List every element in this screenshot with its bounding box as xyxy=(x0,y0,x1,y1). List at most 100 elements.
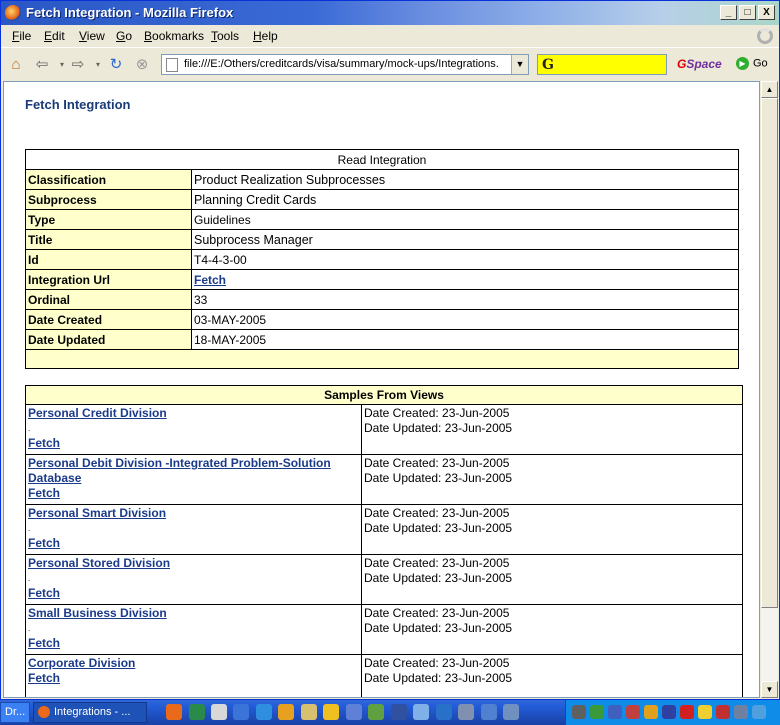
firefox-alt-icon[interactable] xyxy=(278,704,294,720)
messenger-icon[interactable] xyxy=(233,704,249,720)
tray-alert-icon[interactable] xyxy=(716,705,730,719)
opera-icon[interactable] xyxy=(211,704,227,720)
title-bar[interactable]: Fetch Integration - Mozilla Firefox _ □ … xyxy=(1,1,779,25)
menu-tools[interactable]: Tools xyxy=(211,29,239,43)
sample-view-link[interactable]: Personal Debit Division -Integrated Prob… xyxy=(28,456,331,485)
tray-shield-icon[interactable] xyxy=(662,705,676,719)
sample-view-link[interactable]: Small Business Division xyxy=(28,606,167,620)
phone-icon[interactable] xyxy=(458,704,474,720)
sample-row: Corporate Division Fetch Date Created: 23-… xyxy=(25,654,743,697)
menu-file[interactable]: File xyxy=(12,29,31,43)
info-value-cell: Product Realization Subprocesses xyxy=(191,169,739,190)
tool-icon[interactable] xyxy=(391,704,407,720)
reload-icon[interactable]: ↻ xyxy=(107,56,125,74)
sample-date-created: Date Created: 23-Jun-2005 xyxy=(364,456,510,470)
info-row: Classification Product Realization Subpro… xyxy=(25,169,739,190)
info-label: Date Updated xyxy=(25,329,192,350)
menu-bookmarks[interactable]: Bookmarks xyxy=(144,29,204,43)
sample-fetch-link[interactable]: Fetch xyxy=(28,436,60,450)
url-text[interactable]: file:///E:/Others/creditcards/visa/summa… xyxy=(184,58,504,70)
vertical-scrollbar[interactable]: ▲ ▼ xyxy=(761,81,778,698)
menu-help[interactable]: Help xyxy=(253,29,278,43)
sample-fetch-link[interactable]: Fetch xyxy=(28,636,60,650)
sample-fetch-link[interactable]: Fetch xyxy=(28,536,60,550)
info-label: Title xyxy=(25,229,192,250)
forward-icon[interactable]: ⇨ xyxy=(69,56,87,74)
info-value-cell: Fetch xyxy=(191,269,739,290)
sample-date-created: Date Created: 23-Jun-2005 xyxy=(364,406,510,420)
document-icon[interactable] xyxy=(346,704,362,720)
tray-volume-icon[interactable] xyxy=(734,705,748,719)
home-icon[interactable]: ⌂ xyxy=(7,56,25,74)
go-button[interactable]: ▶ Go xyxy=(736,57,768,70)
chat-icon[interactable] xyxy=(413,704,429,720)
tray-connection-icon[interactable] xyxy=(752,705,766,719)
stop-icon[interactable]: ⊗ xyxy=(133,56,151,74)
url-dropdown-icon[interactable]: ▼ xyxy=(511,55,528,74)
sample-name-cell: Corporate Division Fetch xyxy=(25,654,362,697)
close-button[interactable]: X xyxy=(758,5,775,20)
taskbar-item-integrations[interactable]: Integrations - ... xyxy=(33,702,147,723)
firefox-icon xyxy=(5,5,21,21)
url-bar[interactable]: file:///E:/Others/creditcards/visa/summa… xyxy=(161,54,529,75)
info-value-cell: 33 xyxy=(191,289,739,310)
forward-dropdown-icon[interactable]: ▾ xyxy=(89,56,107,74)
throbber-icon xyxy=(757,28,773,44)
tray-update-icon[interactable] xyxy=(644,705,658,719)
tray-zonealarm-icon[interactable] xyxy=(698,705,712,719)
sample-date-updated: Date Updated: 23-Jun-2005 xyxy=(364,621,513,635)
music-icon[interactable] xyxy=(368,704,384,720)
tray-disk-icon[interactable] xyxy=(572,705,586,719)
info-value-cell: Subprocess Manager xyxy=(191,229,739,250)
menu-edit[interactable]: Edit xyxy=(44,29,65,43)
menu-go[interactable]: Go xyxy=(116,29,132,43)
info-value: T4-4-3-00 xyxy=(194,252,247,267)
sample-dates-cell: Date Created: 23-Jun-2005 Date Updated: 2… xyxy=(361,454,743,505)
info-value: Product Realization Subprocesses xyxy=(194,172,386,187)
browser-window: Fetch Integration - Mozilla Firefox _ □ … xyxy=(0,0,780,700)
sample-view-link[interactable]: Personal Credit Division xyxy=(28,406,167,420)
ie-icon[interactable] xyxy=(256,704,272,720)
tray-network-icon[interactable] xyxy=(590,705,604,719)
system-tray xyxy=(565,700,780,725)
sample-dates-cell: Date Created: 23-Jun-2005 Date Updated: 2… xyxy=(361,654,743,697)
menu-view[interactable]: View xyxy=(79,29,105,43)
tray-error-icon[interactable] xyxy=(680,705,694,719)
folder-icon[interactable] xyxy=(301,704,317,720)
integration-url-link[interactable]: Fetch xyxy=(194,273,226,287)
maximize-button[interactable]: □ xyxy=(739,5,756,20)
minimize-button[interactable]: _ xyxy=(720,5,737,20)
sample-name-cell: Personal Smart Division. Fetch xyxy=(25,504,362,555)
sample-fetch-link[interactable]: Fetch xyxy=(28,671,60,685)
sample-view-link[interactable]: Personal Smart Division xyxy=(28,506,166,520)
scroll-up-icon[interactable]: ▲ xyxy=(761,81,778,98)
info-value: 18-MAY-2005 xyxy=(194,332,267,347)
desktop-icon[interactable] xyxy=(503,704,519,720)
info-label: Integration Url xyxy=(25,269,192,290)
scroll-thumb[interactable] xyxy=(761,98,778,608)
sample-view-link[interactable]: Corporate Division xyxy=(28,656,135,670)
calendar-icon[interactable] xyxy=(323,704,339,720)
sample-date-created: Date Created: 23-Jun-2005 xyxy=(364,506,510,520)
scroll-down-icon[interactable]: ▼ xyxy=(761,681,778,698)
window-title: Fetch Integration - Mozilla Firefox xyxy=(26,5,234,20)
media-icon[interactable] xyxy=(436,704,452,720)
network-icon[interactable] xyxy=(481,704,497,720)
sample-fetch-link[interactable]: Fetch xyxy=(28,586,60,600)
sample-date-created: Date Created: 23-Jun-2005 xyxy=(364,656,510,670)
page-content: Fetch Integration Read Integration Class… xyxy=(3,81,760,698)
gspace-logo[interactable]: GSpace xyxy=(677,57,722,71)
taskbar-item-dr[interactable]: Dr... xyxy=(0,702,30,723)
firefox-icon[interactable] xyxy=(166,704,182,720)
sample-dates-cell: Date Created: 23-Jun-2005 Date Updated: 2… xyxy=(361,604,743,655)
netscape-icon[interactable] xyxy=(189,704,205,720)
search-box[interactable]: G xyxy=(537,54,667,75)
sample-fetch-link[interactable]: Fetch xyxy=(28,486,60,500)
back-icon[interactable]: ⇦ xyxy=(33,56,51,74)
tray-monitor-icon[interactable] xyxy=(608,705,622,719)
sample-view-link[interactable]: Personal Stored Division xyxy=(28,556,170,570)
sample-spacer: . xyxy=(28,424,31,433)
read-integration-footer xyxy=(25,349,739,369)
search-engine-icon[interactable]: G xyxy=(542,57,554,73)
tray-antivirus-icon[interactable] xyxy=(626,705,640,719)
